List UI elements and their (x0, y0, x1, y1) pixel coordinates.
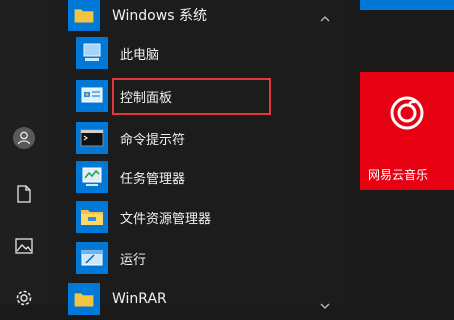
group-windows-system[interactable]: Windows 系统 (48, 0, 350, 36)
task-manager-icon (76, 161, 108, 193)
settings-icon (16, 290, 32, 306)
pictures-button[interactable] (0, 226, 48, 266)
list-item-run[interactable]: 运行 (48, 237, 350, 279)
folder-icon (68, 283, 100, 315)
group-label: WinRAR (112, 291, 167, 307)
document-icon (17, 185, 31, 203)
group-winrar[interactable]: WinRAR (48, 278, 350, 320)
list-item-label: 运行 (120, 252, 147, 268)
chevron-up-icon[interactable] (320, 7, 330, 26)
group-label: Windows 系统 (112, 8, 207, 24)
run-icon (76, 242, 108, 274)
tile-netease-music[interactable]: 网易云音乐 (360, 72, 454, 190)
list-item-label: 任务管理器 (120, 171, 186, 187)
partial-tile[interactable] (360, 0, 454, 10)
start-left-rail (0, 0, 48, 306)
user-account-button[interactable] (0, 118, 48, 158)
user-icon (13, 127, 35, 149)
list-item-this-pc[interactable]: 此电脑 (48, 32, 350, 74)
list-item-label: 命令提示符 (120, 132, 186, 148)
pictures-icon (15, 238, 33, 254)
netease-music-icon (390, 96, 424, 130)
list-item-label: 控制面板 (120, 90, 173, 106)
command-prompt-icon (76, 122, 108, 154)
computer-icon (76, 37, 108, 69)
list-item-task-manager[interactable]: 任务管理器 (48, 156, 350, 198)
list-item-file-explorer[interactable]: 文件资源管理器 (48, 196, 350, 238)
control-panel-icon (76, 80, 108, 112)
tiles-area: 网易云音乐 (352, 0, 454, 304)
list-item-control-panel[interactable]: 控制面板 (48, 75, 350, 117)
list-item-label: 文件资源管理器 (120, 211, 212, 227)
app-list: Windows 系统 此电脑 控制面板 命令提示符 任务管理器 文件资源管理器 … (48, 0, 399, 315)
tile-label: 网易云音乐 (368, 168, 429, 182)
file-explorer-icon (76, 201, 108, 233)
folder-icon (68, 0, 100, 31)
list-item-command-prompt[interactable]: 命令提示符 (48, 117, 350, 159)
documents-button[interactable] (0, 174, 48, 214)
settings-button[interactable] (0, 278, 48, 318)
list-item-label: 此电脑 (120, 47, 160, 63)
